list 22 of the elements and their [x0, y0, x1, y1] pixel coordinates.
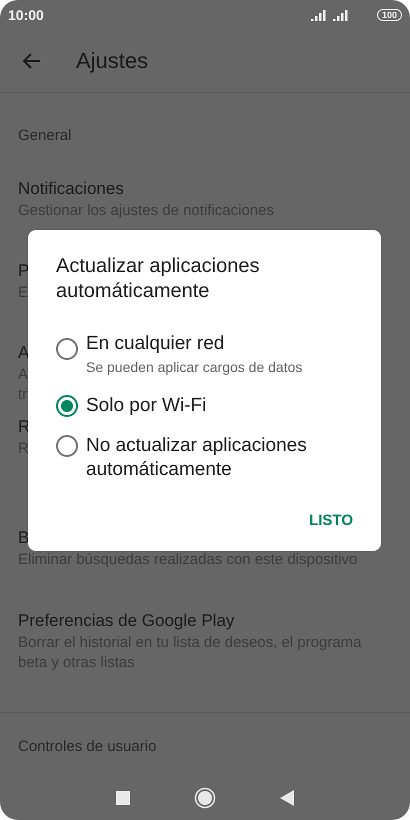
setting-title[interactable]: Notificaciones	[18, 177, 124, 201]
section-header: Controles de usuario	[18, 738, 156, 754]
radio-button[interactable]	[56, 395, 78, 417]
battery-level: 100	[376, 9, 402, 21]
recents-button[interactable]	[116, 790, 130, 804]
setting-title[interactable]: Preferencias de Google Play	[18, 609, 234, 633]
dialog-title: Actualizar aplicaciones automáticamente	[56, 254, 260, 304]
option-label[interactable]: Solo por Wi-Fi	[86, 394, 206, 418]
done-button[interactable]: LISTO	[305, 504, 357, 537]
status-time: 10:00	[8, 7, 45, 23]
radio-button[interactable]	[56, 338, 78, 360]
option-label[interactable]: En cualquier red	[86, 332, 302, 356]
setting-title[interactable]: P	[18, 259, 30, 283]
option-label[interactable]: No actualizar aplicaciones automáticamente	[86, 434, 357, 482]
back-nav-button[interactable]	[280, 790, 294, 806]
section-header: General	[18, 126, 72, 144]
setting-title[interactable]: A	[18, 341, 30, 365]
option-hint: Se pueden aplicar cargos de datos	[86, 358, 302, 377]
radio-button[interactable]	[56, 435, 78, 457]
setting-title[interactable]: B	[18, 526, 30, 550]
home-button[interactable]	[194, 786, 216, 808]
page-title: Ajustes	[76, 48, 148, 74]
